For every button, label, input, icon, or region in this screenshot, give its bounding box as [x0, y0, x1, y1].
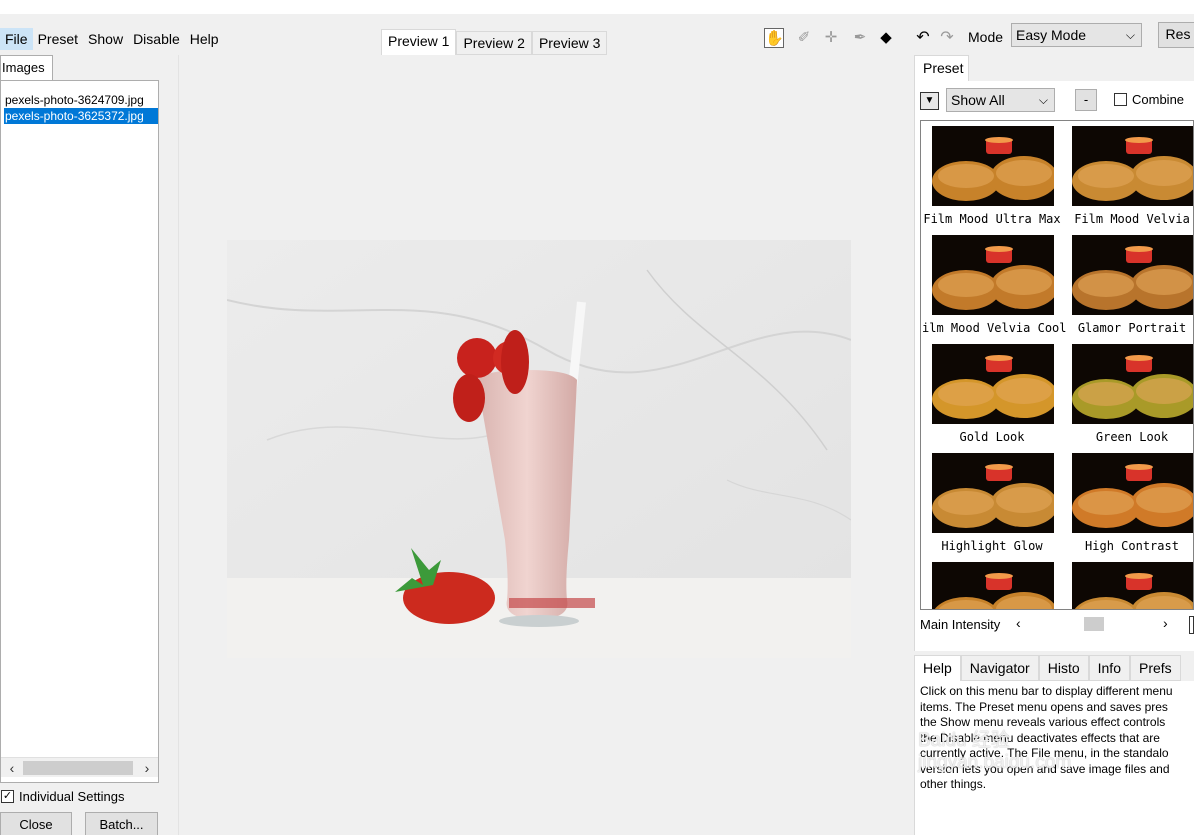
preset-label[interactable]: Film Mood Velvia [1062, 212, 1193, 226]
tab-info[interactable]: Info [1088, 655, 1130, 681]
menu-bar: File Preset Show Disable Help [0, 27, 224, 51]
crosshair-icon[interactable]: ✛ [821, 28, 841, 48]
preset-thumbnail[interactable] [1072, 126, 1193, 206]
preset-thumbnail[interactable] [932, 126, 1058, 206]
close-button[interactable]: Close [0, 812, 72, 835]
mode-label: Mode [968, 29, 1004, 45]
preview-tabs: Preview 1 Preview 2 Preview 3 [381, 29, 608, 55]
minus-button[interactable]: - [1075, 89, 1097, 111]
checkbox-unchecked-icon[interactable] [1114, 93, 1127, 106]
scroll-thumb[interactable] [23, 761, 133, 775]
menu-show[interactable]: Show [83, 28, 128, 50]
preset-thumbnail[interactable] [932, 235, 1058, 315]
preset-label[interactable]: Highlight Glow [922, 539, 1062, 553]
tab-preset[interactable]: Preset [914, 55, 969, 81]
scroll-right-icon[interactable]: › [138, 759, 156, 777]
preset-label[interactable]: Gold Look [922, 430, 1062, 444]
list-item-selected[interactable]: pexels-photo-3625372.jpg [4, 108, 158, 124]
main-intensity-slider[interactable]: ‹ › [1012, 614, 1182, 634]
preset-thumbnail[interactable] [932, 344, 1058, 424]
slider-thumb[interactable] [1084, 617, 1104, 631]
tab-histo[interactable]: Histo [1038, 655, 1089, 681]
menu-disable[interactable]: Disable [128, 28, 185, 50]
slider-left-icon[interactable]: ‹ [1016, 615, 1021, 631]
preset-thumbnail[interactable] [1072, 453, 1193, 533]
title-bar [0, 0, 1194, 14]
watermark: Baidu 经验 jingyan.baidu.com [918, 730, 1072, 773]
main-intensity-label: Main Intensity [920, 617, 1001, 632]
tab-images[interactable]: Images [0, 55, 53, 80]
images-list[interactable]: pexels-photo-3624709.jpg pexels-photo-36… [0, 80, 159, 783]
preset-label[interactable]: Glamor Portrait [1062, 321, 1193, 335]
tab-navigator[interactable]: Navigator [960, 655, 1039, 681]
preset-grid[interactable]: Film Mood Ultra Max Film Mood Velvia ilm M… [920, 120, 1194, 610]
brush-icon[interactable]: ✒ [850, 28, 870, 48]
tab-prefs[interactable]: Prefs [1129, 655, 1181, 681]
split-view-icon[interactable]: ◆ [876, 28, 896, 48]
tab-preview-1[interactable]: Preview 1 [381, 29, 457, 55]
hand-icon[interactable]: ✋ [764, 28, 784, 48]
preset-menu-icon[interactable]: ▼ [920, 92, 939, 110]
preset-thumbnail[interactable] [1072, 344, 1193, 424]
combine-label: Combine [1132, 92, 1185, 107]
combine-checkbox[interactable]: Combine [1114, 92, 1184, 107]
individual-settings-label: Individual Settings [19, 788, 125, 804]
redo-icon[interactable]: ↷ [937, 28, 957, 48]
preset-label[interactable]: Film Mood Ultra Max [922, 212, 1062, 226]
preset-label[interactable]: High Contrast [1062, 539, 1193, 553]
menu-help[interactable]: Help [185, 28, 224, 50]
preset-label[interactable]: Green Look [1062, 430, 1193, 444]
checkbox-checked-icon[interactable]: ✓ [1, 789, 14, 803]
intensity-value-field[interactable] [1189, 616, 1194, 634]
individual-settings-checkbox[interactable]: ✓ Individual Settings [1, 786, 125, 806]
mode-select-value: Easy Mode [1016, 27, 1087, 43]
scroll-left-icon[interactable]: ‹ [3, 759, 21, 777]
preset-thumbnail[interactable] [1072, 235, 1193, 315]
images-hscrollbar[interactable]: ‹ › [1, 757, 158, 777]
help-tabs: Help Navigator Histo Info Prefs [914, 655, 1181, 681]
reset-button[interactable]: Res [1158, 22, 1194, 48]
preset-filter-select[interactable]: Show All ⌵ [946, 88, 1055, 112]
chevron-down-icon: ⌵ [1038, 93, 1048, 107]
preset-label[interactable]: ilm Mood Velvia Cool [922, 321, 1067, 335]
tab-preview-2[interactable]: Preview 2 [456, 31, 532, 55]
mode-select[interactable]: Easy Mode ⌵ [1011, 23, 1142, 47]
menu-preset[interactable]: Preset [33, 28, 83, 50]
menu-file[interactable]: File [0, 28, 33, 50]
preset-thumbnail[interactable] [932, 453, 1058, 533]
tab-help[interactable]: Help [914, 655, 961, 681]
slider-right-icon[interactable]: › [1163, 615, 1168, 631]
preset-filter-value: Show All [951, 92, 1005, 108]
list-item[interactable]: pexels-photo-3624709.jpg [4, 92, 158, 108]
preview-image [227, 240, 851, 658]
chevron-down-icon: ⌵ [1125, 28, 1135, 42]
preset-thumbnail[interactable] [932, 562, 1058, 609]
batch-button[interactable]: Batch... [85, 812, 158, 835]
undo-icon[interactable]: ↶ [913, 28, 933, 48]
tab-preview-3[interactable]: Preview 3 [531, 31, 608, 55]
eyedropper-icon[interactable]: ✐ [794, 28, 814, 48]
preset-thumbnail[interactable] [1072, 562, 1193, 609]
